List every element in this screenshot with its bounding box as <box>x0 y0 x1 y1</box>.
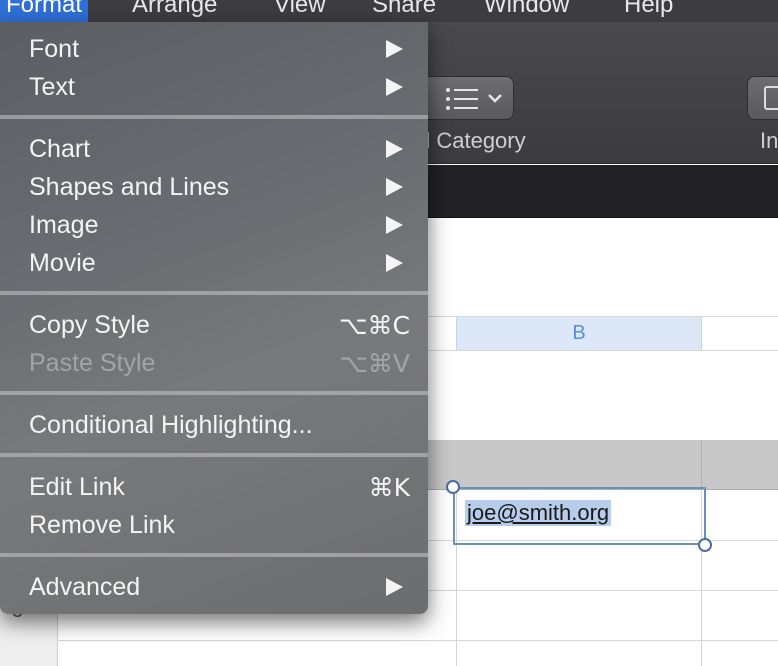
category-button[interactable] <box>418 76 514 120</box>
menu-item-text[interactable]: Text <box>0 68 428 106</box>
submenu-arrow-icon <box>386 78 403 96</box>
menu-item-label: Shapes and Lines <box>29 173 230 201</box>
menu-separator <box>0 391 428 395</box>
menu-item-label: Copy Style <box>29 311 150 339</box>
column-header-b[interactable]: B <box>456 317 702 350</box>
menu-window[interactable]: Window <box>478 0 575 22</box>
selection-handle-bottom-right[interactable] <box>698 538 712 552</box>
menu-item-image[interactable]: Image <box>0 206 428 244</box>
submenu-arrow-icon <box>386 216 403 234</box>
shortcut-copy-style: ⌥⌘C <box>338 311 410 340</box>
selection-handle-top-left[interactable] <box>446 480 460 494</box>
menu-item-chart[interactable]: Chart <box>0 130 428 168</box>
submenu-arrow-icon <box>386 40 403 58</box>
menu-item-label: Conditional Highlighting... <box>29 411 313 439</box>
menu-item-label: Image <box>29 211 99 239</box>
menu-item-label: Paste Style <box>29 349 156 377</box>
menu-item-advanced[interactable]: Advanced <box>0 568 428 606</box>
insert-button[interactable] <box>747 76 778 120</box>
submenu-arrow-icon <box>386 178 403 196</box>
format-menu: Font Text Chart Shapes and Lines Image M… <box>0 22 428 614</box>
insert-icon <box>764 86 778 110</box>
menu-item-shapes-and-lines[interactable]: Shapes and Lines <box>0 168 428 206</box>
menu-item-movie[interactable]: Movie <box>0 244 428 282</box>
submenu-arrow-icon <box>386 578 403 596</box>
chevron-down-icon <box>488 94 502 103</box>
menu-separator <box>0 553 428 557</box>
category-label: d Category <box>418 128 526 153</box>
list-icon <box>446 88 478 110</box>
menu-item-edit-link[interactable]: Edit Link ⌘K <box>0 468 428 506</box>
insert-label: In <box>760 128 778 153</box>
menu-help[interactable]: Help <box>618 0 679 22</box>
menu-item-label: Advanced <box>29 573 141 601</box>
menu-item-label: Text <box>29 73 75 101</box>
menu-arrange[interactable]: Arrange <box>126 0 223 22</box>
cell-link-text[interactable]: joe@smith.org <box>465 500 612 526</box>
menu-separator <box>0 453 428 457</box>
grid-line <box>0 640 778 641</box>
menu-bar: Format Arrange View Share Window Help <box>0 0 778 22</box>
menu-share[interactable]: Share <box>366 0 442 22</box>
shortcut-paste-style: ⌥⌘V <box>339 349 410 378</box>
submenu-arrow-icon <box>386 140 403 158</box>
menu-view[interactable]: View <box>268 0 332 22</box>
menu-item-label: Chart <box>29 135 91 163</box>
menu-format[interactable]: Format <box>0 0 89 22</box>
menu-item-label: Edit Link <box>29 473 125 501</box>
menu-separator <box>0 115 428 119</box>
menu-item-label: Movie <box>29 249 96 277</box>
submenu-arrow-icon <box>386 254 403 272</box>
menu-separator <box>0 291 428 295</box>
menu-item-paste-style: Paste Style ⌥⌘V <box>0 344 428 382</box>
menu-item-copy-style[interactable]: Copy Style ⌥⌘C <box>0 306 428 344</box>
shortcut-edit-link: ⌘K <box>368 473 410 502</box>
menu-item-font[interactable]: Font <box>0 30 428 68</box>
header-divider <box>701 440 702 490</box>
menu-item-label: Remove Link <box>29 511 175 539</box>
menu-item-conditional-highlighting[interactable]: Conditional Highlighting... <box>0 406 428 444</box>
menu-item-remove-link[interactable]: Remove Link <box>0 506 428 544</box>
menu-item-label: Font <box>29 35 80 63</box>
